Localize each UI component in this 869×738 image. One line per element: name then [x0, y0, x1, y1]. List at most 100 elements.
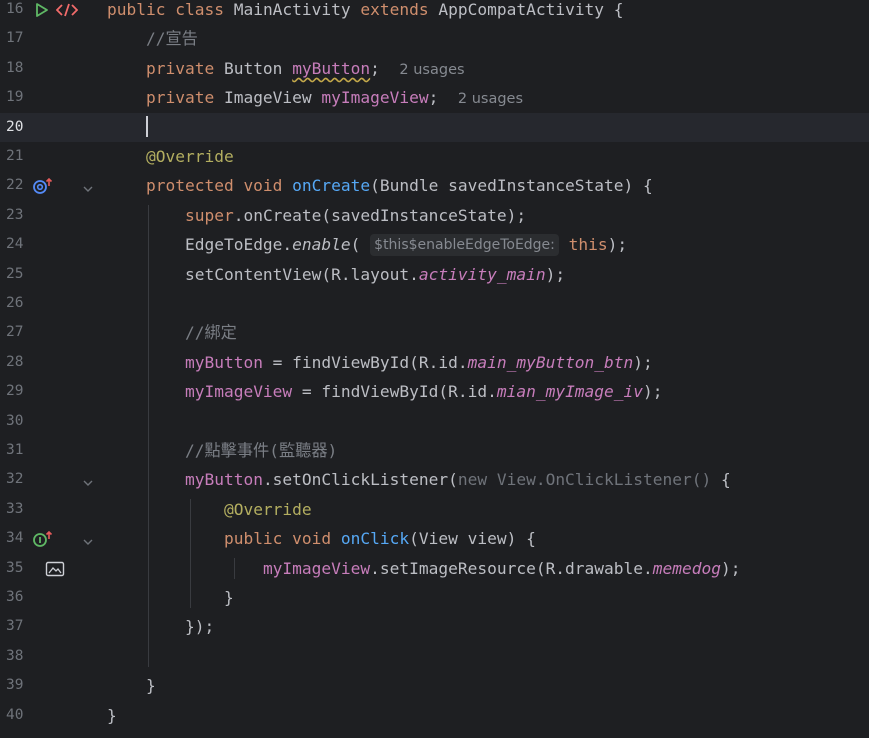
code-line[interactable]: 18 private Button myButton; 2 usages	[0, 54, 869, 83]
code-text[interactable]: @Override	[107, 142, 234, 171]
code-line[interactable]: 23 super.onCreate(savedInstanceState);	[0, 201, 869, 230]
override-method-icon[interactable]	[32, 178, 54, 198]
code-line[interactable]: 27 //綁定	[0, 318, 869, 347]
code-text[interactable]: //點擊事件(監聽器)	[107, 436, 337, 465]
code-editor[interactable]: 16 public class MainActivity extends AppC…	[0, 0, 869, 738]
code-text[interactable]: //綁定	[107, 318, 237, 347]
code-text[interactable]: protected void onCreate(Bundle savedInst…	[107, 171, 653, 200]
code-icon[interactable]	[55, 2, 79, 22]
parameter-inlay-hint: $this$enableEdgeToEdge:	[370, 234, 559, 257]
code-token: protected void	[145, 176, 293, 196]
code-token: Button	[223, 58, 293, 78]
code-line[interactable]: 31 //點擊事件(監聽器)	[0, 436, 869, 465]
code-token: myButton	[292, 58, 371, 78]
code-text[interactable]: private ImageView myImageView; 2 usages	[107, 83, 523, 114]
image-resource-icon[interactable]	[45, 561, 65, 581]
code-token: enable	[292, 235, 351, 255]
code-token: = findViewById(R.id.	[292, 382, 497, 402]
code-text[interactable]: super.onCreate(savedInstanceState);	[107, 201, 526, 230]
code-token: setContentView(R.layout.	[184, 264, 419, 284]
code-line[interactable]: 37 });	[0, 612, 869, 641]
code-token: //綁定	[184, 323, 237, 343]
code-text[interactable]: myButton.setOnClickListener(new View.OnC…	[107, 465, 731, 494]
code-token: (Bundle savedInstanceState) {	[370, 176, 653, 196]
code-line[interactable]: 19 private ImageView myImageView; 2 usag…	[0, 83, 869, 112]
usages-hint[interactable]: 2 usages	[399, 62, 464, 78]
code-line[interactable]: 40}	[0, 701, 869, 730]
code-token: ImageView	[223, 88, 322, 108]
code-line[interactable]: 16 public class MainActivity extends AppC…	[0, 0, 869, 24]
code-text[interactable]: }	[107, 671, 156, 700]
code-token: public class	[107, 0, 234, 19]
code-line[interactable]: 21 @Override	[0, 142, 869, 171]
code-token: = findViewById(R.id.	[262, 352, 468, 372]
code-token: @Override	[223, 499, 312, 519]
editor-gutter[interactable]	[0, 0, 100, 738]
fold-chevron-icon[interactable]	[82, 474, 94, 487]
code-token: private	[145, 88, 224, 108]
code-line[interactable]: 22 protected void onCreate(Bundle savedI…	[0, 171, 869, 200]
code-text[interactable]: @Override	[107, 495, 312, 524]
code-text[interactable]: }	[107, 701, 117, 730]
code-line[interactable]: 33 @Override	[0, 495, 869, 524]
code-token: }	[107, 705, 117, 725]
code-text[interactable]: //宣告	[107, 24, 198, 53]
code-token: myImageView	[262, 558, 371, 578]
code-line[interactable]: 34 public void onClick(View view) {	[0, 524, 869, 553]
fold-chevron-icon[interactable]	[82, 180, 94, 193]
code-text[interactable]: myImageView.setImageResource(R.drawable.…	[107, 554, 741, 583]
code-token: .setOnClickListener(	[262, 470, 458, 490]
code-token: }	[107, 588, 234, 607]
code-token: //宣告	[145, 29, 198, 49]
code-text[interactable]: public class MainActivity extends AppCom…	[107, 0, 624, 24]
code-token: myImageView	[184, 382, 293, 402]
code-token: myButton	[184, 470, 263, 490]
code-line[interactable]: 30	[0, 407, 869, 436]
usages-hint[interactable]: 2 usages	[458, 91, 523, 107]
code-line[interactable]: 35 myImageView.setImageResource(R.drawab…	[0, 554, 869, 583]
code-area[interactable]: 16 public class MainActivity extends AppC…	[0, 0, 869, 738]
code-token: );	[607, 235, 628, 255]
implement-method-icon[interactable]	[32, 531, 54, 551]
code-text[interactable]: }	[107, 583, 234, 612]
fold-chevron-icon[interactable]	[82, 533, 94, 546]
code-line[interactable]: 24 EdgeToEdge.enable( $this$enableEdgeTo…	[0, 230, 869, 259]
run-icon[interactable]	[34, 2, 50, 22]
code-token: onClick	[340, 529, 410, 549]
code-token: @Override	[145, 147, 234, 166]
code-text[interactable]: EdgeToEdge.enable( $this$enableEdgeToEdg…	[107, 230, 627, 259]
code-token: );	[633, 352, 653, 372]
code-text[interactable]: private Button myButton; 2 usages	[107, 54, 465, 85]
code-line[interactable]: 28 myButton = findViewById(R.id.main_myB…	[0, 348, 869, 377]
indent-guide	[190, 498, 191, 609]
code-line[interactable]: 25 setContentView(R.layout.activity_main…	[0, 260, 869, 289]
code-text[interactable]: myImageView = findViewById(R.id.mian_myI…	[107, 377, 663, 406]
code-line[interactable]: 29 myImageView = findViewById(R.id.mian_…	[0, 377, 869, 406]
code-token: super	[184, 205, 234, 225]
code-line[interactable]: 38	[0, 642, 869, 671]
code-text[interactable]	[107, 113, 148, 142]
code-text[interactable]: });	[107, 612, 214, 641]
text-caret	[145, 115, 148, 137]
code-line[interactable]: 32 myButton.setOnClickListener(new View.…	[0, 465, 869, 494]
code-line[interactable]: 36 }	[0, 583, 869, 612]
code-token: .onCreate(savedInstanceState);	[233, 205, 527, 225]
code-line[interactable]: 39 }	[0, 671, 869, 700]
code-line[interactable]: 20	[0, 113, 869, 142]
code-line[interactable]: 17 //宣告	[0, 24, 869, 53]
code-text[interactable]: public void onClick(View view) {	[107, 524, 536, 553]
code-token: );	[721, 558, 741, 578]
code-token: (View view) {	[409, 529, 536, 549]
code-token: AppCompatActivity {	[438, 0, 624, 19]
code-text[interactable]: myButton = findViewById(R.id.main_myButt…	[107, 348, 653, 377]
code-text[interactable]: setContentView(R.layout.activity_main);	[107, 260, 565, 289]
code-line[interactable]: 26	[0, 289, 869, 318]
